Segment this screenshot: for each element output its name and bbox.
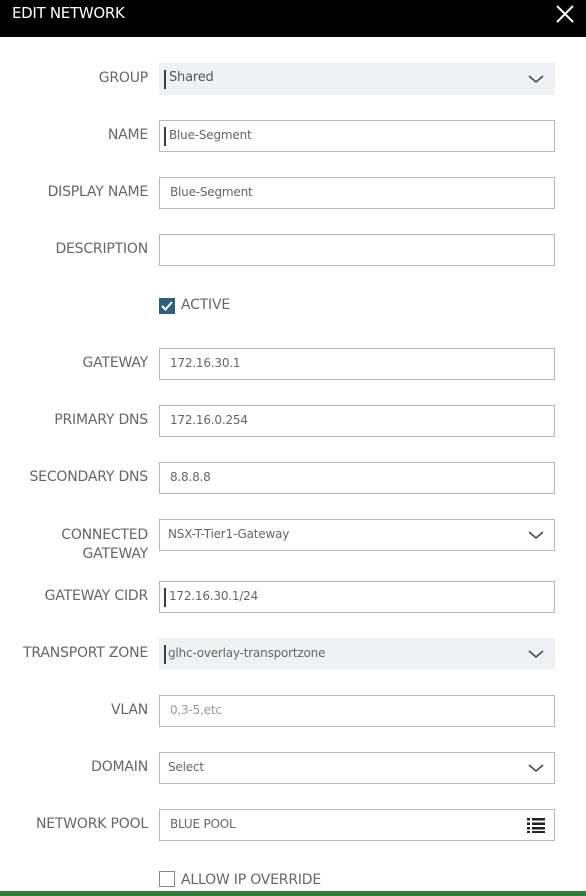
chevron-down-icon [528,650,544,658]
transport-zone-label: TRANSPORT ZONE [23,645,148,661]
name-input[interactable]: Blue-Segment [159,120,555,152]
secondary-dns-label: SECONDARY DNS [29,469,149,485]
domain-label: DOMAIN [91,759,148,775]
connected-gateway-label-2: GATEWAY [82,546,149,562]
active-checkbox[interactable] [159,298,175,314]
group-value: Shared [169,70,214,85]
vlan-placeholder: 0,3-5,etc [170,703,222,717]
chevron-down-icon [528,764,544,772]
connected-gateway-value: NSX-T-Tier1-Gateway [168,527,290,541]
primary-dns-value: 172.16.0.254 [170,413,248,427]
check-icon [161,301,173,311]
allow-ip-override-label[interactable]: ALLOW IP OVERRIDE [181,872,321,888]
gateway-cidr-label: GATEWAY CIDR [44,588,149,604]
text-cursor [164,588,166,607]
gateway-label: GATEWAY [82,355,149,371]
primary-dns-input[interactable]: 172.16.0.254 [159,405,555,437]
group-label: GROUP [98,70,148,86]
text-cursor [164,645,166,664]
vlan-label: VLAN [111,702,148,718]
chevron-down-icon [528,531,544,539]
secondary-dns-value: 8.8.8.8 [170,470,211,484]
domain-select[interactable]: Select [159,752,555,784]
gateway-input[interactable]: 172.16.30.1 [159,348,555,380]
vlan-input[interactable]: 0,3-5,etc [159,695,555,727]
name-value: Blue-Segment [169,128,252,142]
bottom-accent-bar [0,891,586,896]
gateway-value: 172.16.30.1 [170,356,241,370]
close-icon[interactable] [553,2,577,26]
secondary-dns-input[interactable]: 8.8.8.8 [159,462,555,494]
display-name-label: DISPLAY NAME [47,184,149,200]
list-icon[interactable] [527,817,545,833]
description-label: DESCRIPTION [55,241,148,257]
group-select[interactable]: Shared [159,63,555,95]
transport-zone-value: glhc-overlay-transportzone [168,646,326,660]
gateway-cidr-input[interactable]: 172.16.30.1/24 [159,581,555,613]
network-pool-label: NETWORK POOL [36,816,148,832]
name-label: NAME [107,127,148,143]
allow-ip-override-checkbox[interactable] [159,871,175,887]
display-name-input[interactable]: Blue-Segment [159,177,555,209]
gateway-cidr-value: 172.16.30.1/24 [169,589,259,603]
text-cursor [164,70,166,89]
display-name-value: Blue-Segment [170,185,253,199]
connected-gateway-select[interactable]: NSX-T-Tier1-Gateway [159,519,555,551]
chevron-down-icon [528,75,544,83]
primary-dns-label: PRIMARY DNS [54,412,148,428]
active-label[interactable]: ACTIVE [181,297,230,313]
domain-value: Select [168,760,204,774]
dialog-header: EDIT NETWORK [0,0,586,37]
text-cursor [164,127,166,146]
network-pool-input[interactable]: BLUE POOL [159,809,555,841]
dialog-title: EDIT NETWORK [12,4,125,22]
network-pool-value: BLUE POOL [170,817,236,831]
transport-zone-select[interactable]: glhc-overlay-transportzone [159,638,555,670]
description-input[interactable] [159,234,555,266]
